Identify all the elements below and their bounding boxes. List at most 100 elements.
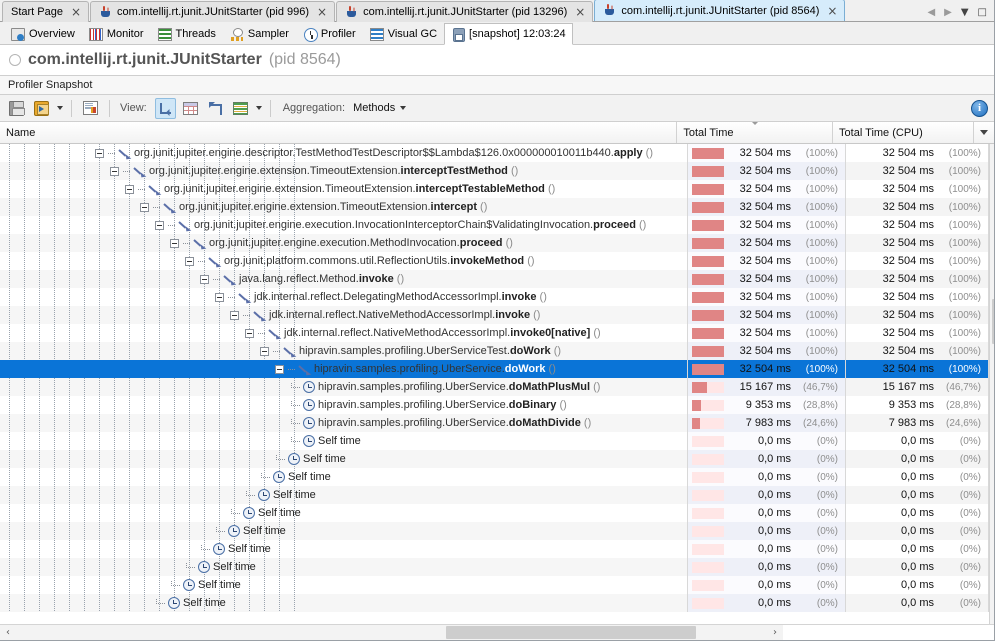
nav-back-icon[interactable]: ◀	[927, 8, 935, 18]
window-tab-junitstarter-13296[interactable]: com.intellij.rt.junit.JUnitStarter (pid …	[336, 1, 594, 22]
table-row[interactable]: jdk.internal.reflect.DelegatingMethodAcc…	[0, 288, 989, 306]
table-row[interactable]: java.lang.reflect.Method.invoke () 32 504…	[0, 270, 989, 288]
close-icon[interactable]: ×	[572, 6, 585, 18]
cell-name[interactable]: Self time	[0, 522, 688, 540]
close-icon[interactable]: ×	[824, 5, 837, 17]
cell-name[interactable]: jdk.internal.reflect.NativeMethodAccesso…	[0, 306, 688, 324]
table-row[interactable]: jdk.internal.reflect.NativeMethodAccesso…	[0, 324, 989, 342]
table-row[interactable]: hipravin.samples.profiling.UberServiceTe…	[0, 342, 989, 360]
horizontal-scrollbar[interactable]: ‹ ›	[0, 624, 994, 640]
table-row[interactable]: Self time 0,0 ms (0%) 0,0 ms (0%)	[0, 576, 989, 594]
columns-dropdown-caret-down-icon[interactable]	[255, 106, 262, 110]
tab-visual-gc[interactable]: Visual GC	[363, 23, 444, 44]
scroll-left-button[interactable]: ‹	[0, 625, 16, 640]
collapse-node-button[interactable]	[125, 184, 134, 194]
tab-overview[interactable]: Overview	[4, 23, 82, 44]
export-button[interactable]	[31, 98, 52, 119]
tab-monitor[interactable]: Monitor	[82, 23, 151, 44]
table-row[interactable]: Self time 0,0 ms (0%) 0,0 ms (0%)	[0, 540, 989, 558]
column-header-name[interactable]: Name	[0, 122, 678, 143]
cell-name[interactable]: Self time	[0, 576, 688, 594]
cell-name[interactable]: org.junit.jupiter.engine.extension.Timeo…	[0, 180, 688, 198]
collapse-node-button[interactable]	[140, 202, 149, 212]
cell-name[interactable]: jdk.internal.reflect.NativeMethodAccesso…	[0, 324, 688, 342]
table-row[interactable]: hipravin.samples.profiling.UberService.d…	[0, 396, 989, 414]
table-row[interactable]: hipravin.samples.profiling.UberService.d…	[0, 414, 989, 432]
window-tab-junitstarter-996[interactable]: com.intellij.rt.junit.JUnitStarter (pid …	[90, 1, 336, 22]
scroll-down-button[interactable]: ∨	[989, 609, 994, 624]
tab-profiler[interactable]: Profiler	[296, 23, 363, 44]
cell-name[interactable]: hipravin.samples.profiling.UberServiceTe…	[0, 342, 688, 360]
cell-name[interactable]: java.lang.reflect.Method.invoke ()	[0, 270, 688, 288]
table-row[interactable]: org.junit.jupiter.engine.extension.Timeo…	[0, 162, 989, 180]
column-chooser-button[interactable]	[974, 122, 994, 143]
collapse-node-button[interactable]	[200, 274, 209, 284]
collapse-node-button[interactable]	[275, 364, 284, 374]
cell-name[interactable]: Self time	[0, 558, 688, 576]
cell-name[interactable]: Self time	[0, 468, 688, 486]
view-hot-spots-button[interactable]	[180, 98, 201, 119]
cell-name[interactable]: jdk.internal.reflect.DelegatingMethodAcc…	[0, 288, 688, 306]
collapse-node-button[interactable]	[245, 328, 254, 338]
scroll-up-button[interactable]: ∧	[989, 144, 994, 159]
cell-name[interactable]: org.junit.jupiter.engine.extension.Timeo…	[0, 198, 688, 216]
table-row[interactable]: org.junit.jupiter.engine.extension.Timeo…	[0, 180, 989, 198]
table-row[interactable]: org.junit.jupiter.engine.extension.Timeo…	[0, 198, 989, 216]
maximize-icon[interactable]: □	[978, 8, 987, 18]
columns-button[interactable]	[230, 98, 251, 119]
cell-name[interactable]: hipravin.samples.profiling.UberService.d…	[0, 378, 688, 396]
column-header-total-time-cpu[interactable]: Total Time (CPU)	[833, 122, 974, 143]
collapse-node-button[interactable]	[95, 148, 104, 158]
window-tab-junitstarter-8564[interactable]: com.intellij.rt.junit.JUnitStarter (pid …	[594, 0, 846, 21]
cell-name[interactable]: org.junit.platform.commons.util.Reflecti…	[0, 252, 688, 270]
export-dropdown-caret-down-icon[interactable]	[57, 106, 63, 110]
table-row[interactable]: org.junit.jupiter.engine.descriptor.Test…	[0, 144, 989, 162]
cell-name[interactable]: Self time	[0, 594, 688, 612]
cell-name[interactable]: Self time	[0, 432, 688, 450]
cell-name[interactable]: Self time	[0, 450, 688, 468]
cell-name[interactable]: org.junit.jupiter.engine.descriptor.Test…	[0, 144, 688, 162]
tab-snapshot[interactable]: [snapshot] 12:03:24	[444, 23, 573, 45]
collapse-node-button[interactable]	[155, 220, 164, 230]
save-button[interactable]	[6, 98, 27, 119]
close-icon[interactable]: ×	[68, 6, 81, 18]
window-tab-start-page[interactable]: Start Page ×	[2, 1, 90, 22]
table-row[interactable]: Self time 0,0 ms (0%) 0,0 ms (0%)	[0, 504, 989, 522]
table-row[interactable]: jdk.internal.reflect.NativeMethodAccesso…	[0, 306, 989, 324]
view-call-tree-button[interactable]	[154, 97, 176, 119]
nav-forward-icon[interactable]: ▶	[944, 8, 952, 18]
cell-name[interactable]: hipravin.samples.profiling.UberService.d…	[0, 396, 688, 414]
close-icon[interactable]: ×	[314, 6, 327, 18]
tab-threads[interactable]: Threads	[151, 23, 223, 44]
vertical-scroll-thumb[interactable]	[991, 299, 994, 344]
scroll-right-button[interactable]: ›	[767, 625, 783, 640]
cell-name[interactable]: org.junit.jupiter.engine.extension.Timeo…	[0, 162, 688, 180]
horizontal-scroll-track[interactable]	[16, 625, 767, 640]
table-row[interactable]: org.junit.platform.commons.util.Reflecti…	[0, 252, 989, 270]
cell-name[interactable]: org.junit.jupiter.engine.execution.Metho…	[0, 234, 688, 252]
table-row[interactable]: Self time 0,0 ms (0%) 0,0 ms (0%)	[0, 450, 989, 468]
info-icon[interactable]: i	[971, 99, 988, 117]
collapse-node-button[interactable]	[260, 346, 269, 356]
table-row[interactable]: Self time 0,0 ms (0%) 0,0 ms (0%)	[0, 594, 989, 612]
cell-name[interactable]: org.junit.jupiter.engine.execution.Invoc…	[0, 216, 688, 234]
table-row[interactable]: Self time 0,0 ms (0%) 0,0 ms (0%)	[0, 468, 989, 486]
aggregation-selector[interactable]: Aggregation: Methods	[281, 102, 407, 114]
table-row[interactable]: Self time 0,0 ms (0%) 0,0 ms (0%)	[0, 432, 989, 450]
cell-name[interactable]: hipravin.samples.profiling.UberService.d…	[0, 414, 688, 432]
cell-name[interactable]: Self time	[0, 486, 688, 504]
table-row[interactable]: org.junit.jupiter.engine.execution.Invoc…	[0, 216, 989, 234]
table-row[interactable]: Self time 0,0 ms (0%) 0,0 ms (0%)	[0, 522, 989, 540]
collapse-node-button[interactable]	[215, 292, 224, 302]
cell-name[interactable]: hipravin.samples.profiling.UberService.d…	[0, 360, 688, 378]
cell-name[interactable]: Self time	[0, 504, 688, 522]
aggregation-caret-down-icon[interactable]	[400, 106, 407, 110]
collapse-node-button[interactable]	[230, 310, 239, 320]
table-row[interactable]: Self time 0,0 ms (0%) 0,0 ms (0%)	[0, 486, 989, 504]
collapse-node-button[interactable]	[170, 238, 179, 248]
tab-list-icon[interactable]: ▼	[961, 8, 969, 18]
vertical-scrollbar[interactable]: ∧ ∨	[989, 144, 994, 624]
view-back-traces-button[interactable]	[205, 98, 226, 119]
tab-sampler[interactable]: Sampler	[223, 23, 296, 44]
table-row[interactable]: org.junit.jupiter.engine.execution.Metho…	[0, 234, 989, 252]
